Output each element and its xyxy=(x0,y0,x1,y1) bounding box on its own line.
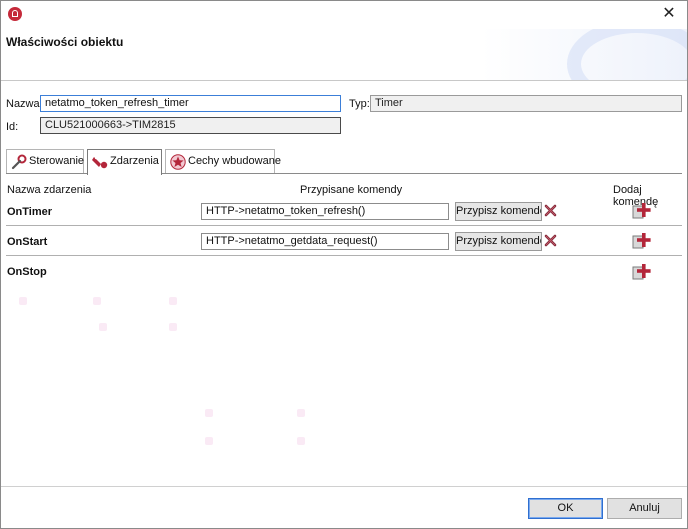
events-icon xyxy=(92,156,108,169)
background-artifact xyxy=(297,409,305,417)
close-icon[interactable]: ✕ xyxy=(659,4,679,24)
row-separator xyxy=(6,225,682,226)
properties-dialog: ✕ Właściwości obiektu Nazwa: netatmo_tok… xyxy=(0,0,688,529)
ok-button[interactable]: OK xyxy=(528,498,603,519)
event-name-onstart: OnStart xyxy=(7,236,48,248)
cancel-button[interactable]: Anuluj xyxy=(607,498,682,519)
tab-cechy-wbudowane[interactable]: Cechy wbudowane xyxy=(165,149,281,174)
delete-command-icon[interactable] xyxy=(544,234,557,247)
add-command-icon[interactable] xyxy=(632,202,651,219)
tab-label: Sterowanie xyxy=(29,155,85,167)
name-input[interactable]: netatmo_token_refresh_timer xyxy=(40,95,341,112)
footer-divider xyxy=(1,486,687,487)
id-field: CLU521000663->TIM2815 xyxy=(40,117,341,134)
dialog-title: Właściwości obiektu xyxy=(6,35,124,49)
row-separator xyxy=(6,255,682,256)
tab-zdarzenia[interactable]: Zdarzenia xyxy=(87,149,162,175)
steering-wrench-icon xyxy=(11,154,27,170)
title-bar: ✕ xyxy=(1,1,687,29)
add-command-icon[interactable] xyxy=(632,232,651,249)
background-artifact xyxy=(19,297,27,305)
name-label: Nazwa: xyxy=(6,98,43,110)
column-header-assigned-commands: Przypisane komendy xyxy=(300,184,403,196)
assign-command-button-ontimer[interactable]: Przypisz komendę xyxy=(455,202,542,221)
column-header-event-name: Nazwa zdarzenia xyxy=(7,184,92,196)
tab-sterowanie[interactable]: Sterowanie xyxy=(6,149,84,174)
background-artifact xyxy=(169,323,177,331)
background-artifact xyxy=(93,297,101,305)
assign-command-button-onstart[interactable]: Przypisz komendę xyxy=(455,232,542,251)
builtin-features-icon xyxy=(170,154,186,170)
type-field: Timer xyxy=(370,95,682,112)
command-field-onstart[interactable]: HTTP->netatmo_getdata_request() xyxy=(201,233,449,250)
app-house-icon xyxy=(8,7,22,21)
banner-decoration xyxy=(567,29,687,80)
background-artifact xyxy=(99,323,107,331)
delete-command-icon[interactable] xyxy=(544,204,557,217)
type-label: Typ: xyxy=(349,98,370,110)
add-command-icon[interactable] xyxy=(632,263,651,280)
dialog-banner: Właściwości obiektu xyxy=(1,29,687,81)
background-artifact xyxy=(169,297,177,305)
background-artifact xyxy=(297,437,305,445)
id-label: Id: xyxy=(6,121,19,133)
background-artifact xyxy=(205,409,213,417)
event-name-onstop: OnStop xyxy=(7,266,47,278)
command-field-ontimer[interactable]: HTTP->netatmo_token_refresh() xyxy=(201,203,449,220)
event-name-ontimer: OnTimer xyxy=(7,206,53,218)
tab-label: Zdarzenia xyxy=(110,155,159,167)
background-artifact xyxy=(205,437,213,445)
tab-label: Cechy wbudowane xyxy=(188,155,281,167)
